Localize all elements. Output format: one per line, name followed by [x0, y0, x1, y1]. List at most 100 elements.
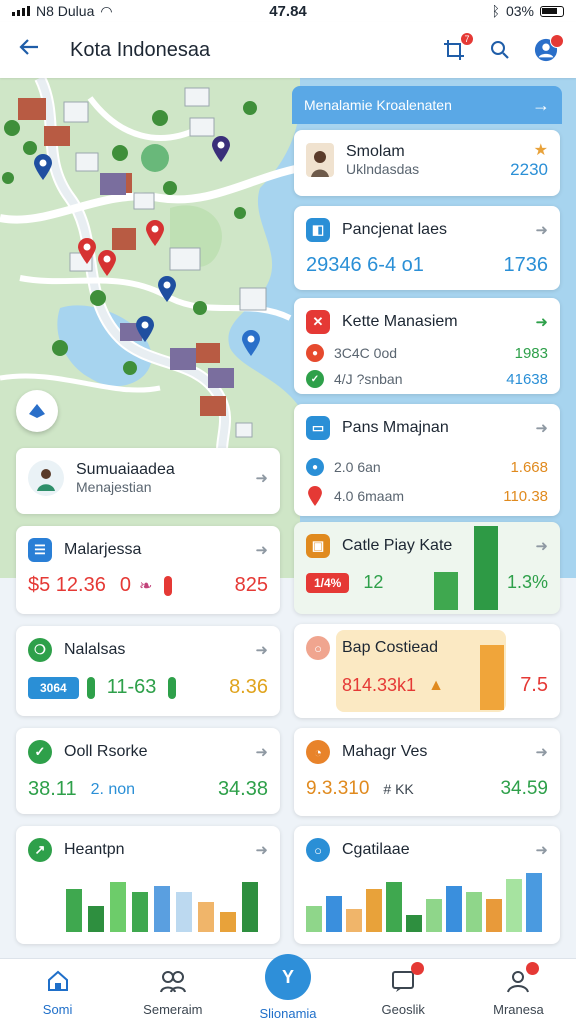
card-title: Bap Costiead	[342, 639, 439, 656]
card-nalalsas[interactable]: ❍ Nalalsas ➜ 3064 11-63 8.36	[16, 626, 280, 716]
card-value-c: 34.59	[500, 778, 548, 799]
card-value-a: 29346 6-4 o1	[306, 254, 424, 276]
bar-chart	[306, 873, 542, 932]
page-title: Kota Indonesaa	[70, 38, 211, 61]
chart-bar	[426, 899, 442, 932]
portrait-icon	[306, 143, 334, 177]
card-value-a: 12	[363, 572, 384, 592]
tab-home[interactable]: Somi	[0, 959, 115, 1024]
card-title: Pans Mmajnan	[342, 419, 449, 436]
avatar-icon	[28, 460, 64, 496]
chart-bar	[132, 892, 148, 932]
chart-bar	[366, 889, 382, 932]
card-bap[interactable]: ○ Bap Costiead 814.33k1 ▲ 7.5	[294, 624, 560, 718]
calendar-icon: ☰	[28, 538, 52, 562]
app-bar: Kota Indonesaa 7	[0, 22, 576, 78]
card-value-c: 34.38	[217, 778, 268, 800]
chart-bar	[66, 889, 82, 932]
notification-badge: 7	[460, 32, 474, 46]
chart-bar	[466, 892, 482, 932]
crop-icon[interactable]: 7	[442, 32, 474, 62]
chevron-right-icon[interactable]: ➜	[535, 313, 548, 331]
chevron-right-icon[interactable]: ➜	[535, 841, 548, 859]
card-heantpn[interactable]: ↗ Heantpn ➜	[16, 826, 280, 944]
chart-bar	[242, 882, 258, 932]
home-icon	[43, 966, 73, 996]
chart-bar	[526, 873, 542, 932]
item-label: 4.0 6maam	[334, 488, 405, 504]
card-value-c: 825	[234, 574, 268, 596]
tab-label: Somi	[42, 1002, 73, 1017]
chart-bar	[220, 912, 236, 932]
back-icon[interactable]	[18, 36, 48, 65]
card-pancjenat[interactable]: ◧ Pancjenat laes ➜ 29346 6-4 o1 1736	[294, 206, 560, 290]
chevron-right-icon[interactable]: ➜	[255, 469, 268, 487]
card-cgatilaae[interactable]: ○ Cgatilaae ➜	[294, 826, 560, 944]
arrow-right-icon: →	[532, 94, 550, 115]
mini-bar-chart	[434, 526, 498, 610]
chat-icon	[388, 962, 425, 996]
chevron-right-icon[interactable]: ➜	[535, 221, 548, 239]
card-value-b: 8.36	[229, 676, 268, 698]
search-icon[interactable]	[488, 38, 512, 62]
card-kette[interactable]: ✕ Kette Manasiem ➜ ● 3C4C 0od 1983 ✓ 4/J…	[294, 298, 560, 394]
chevron-right-icon[interactable]: ➜	[255, 841, 268, 859]
tab-community[interactable]: Semeraim	[115, 959, 230, 1024]
notification-badge	[411, 962, 425, 975]
item-label: 4/J ?snban	[334, 371, 403, 387]
card-title: Ooll Rsorke	[64, 743, 148, 760]
chevron-right-icon[interactable]: ➜	[255, 743, 268, 761]
leaf-icon: ❍	[28, 638, 52, 662]
circle-icon: ○	[306, 838, 330, 862]
item-label: 2.0 6an	[334, 459, 381, 475]
chevron-right-icon[interactable]: ➜	[255, 541, 268, 559]
banner-label: Menalamie Kroalenaten	[304, 97, 452, 113]
chart-bar	[386, 882, 402, 932]
chart-bar	[198, 902, 214, 932]
tab-label: Slionamia	[259, 1006, 317, 1021]
chart-bar	[306, 906, 322, 932]
status-dot-icon: ●	[306, 344, 324, 362]
item-value: 41638	[506, 370, 548, 388]
tab-label: Geoslik	[381, 1002, 425, 1017]
bottom-tab-bar: Somi Semeraim Y Slionamia Geoslik Mranes…	[0, 954, 576, 1024]
chart-bar	[480, 645, 504, 710]
card-ooll[interactable]: ✓ Ooll Rsorke ➜ 38.11 2. non 34.38	[16, 728, 280, 814]
card-sumuaiaadea[interactable]: Sumuaiaadea Menajestian ➜	[16, 448, 280, 514]
tab-center[interactable]: Y Slionamia	[230, 954, 345, 1024]
promo-banner[interactable]: Menalamie Kroalenaten →	[292, 86, 562, 124]
card-pans[interactable]: ▭ Pans Mmajnan ➜ ● 2.0 6an 1.668 4.0 6ma…	[294, 404, 560, 516]
tag-icon: ◧	[306, 218, 330, 242]
chevron-right-icon[interactable]: ➜	[255, 641, 268, 659]
chart-bar	[326, 896, 342, 932]
card-value-a: 9.3.310	[306, 778, 370, 799]
card-title: Cgatilaae	[342, 841, 410, 858]
card-catle[interactable]: ▣ Catle Piay Kate ➜ 1/4% 12 1.3%	[294, 522, 560, 614]
chart-bar	[486, 899, 502, 932]
card-title: Pancjenat laes	[342, 221, 447, 238]
chart-bar	[110, 882, 126, 932]
chevron-right-icon[interactable]: ➜	[535, 743, 548, 761]
card-mahagr[interactable]: ◔ Mahagr Ves ➜ 9.3.310 # KK 34.59	[294, 728, 560, 816]
compass-icon[interactable]	[16, 390, 58, 432]
tab-profile[interactable]: Mranesa	[461, 959, 576, 1024]
alert-icon: ✕	[306, 310, 330, 334]
chevron-right-icon[interactable]: ➜	[535, 419, 548, 437]
star-icon: ★	[533, 142, 548, 159]
chart-bar	[346, 909, 362, 932]
tab-messages[interactable]: Geoslik	[346, 959, 461, 1024]
card-value-b: # KK	[383, 781, 414, 797]
chart-bar	[176, 892, 192, 932]
growth-icon: ↗	[28, 838, 52, 862]
card-value-a: 11-63	[106, 676, 157, 698]
chart-bar	[474, 526, 498, 610]
avatar-icon[interactable]	[534, 34, 564, 62]
card-value-b: 1.3%	[506, 572, 548, 592]
wallet-icon: ▣	[306, 534, 330, 558]
mini-bar-chart	[480, 645, 504, 710]
chevron-right-icon[interactable]: ➜	[535, 537, 548, 555]
card-smolam[interactable]: Smolam Uklndasdas ★ 2230	[294, 130, 560, 196]
check-icon: ✓	[306, 370, 324, 388]
card-malarjessa[interactable]: ☰ Malarjessa ➜ $5 12.36 0 ❧ 825	[16, 526, 280, 614]
clock: 47.84	[269, 2, 307, 20]
